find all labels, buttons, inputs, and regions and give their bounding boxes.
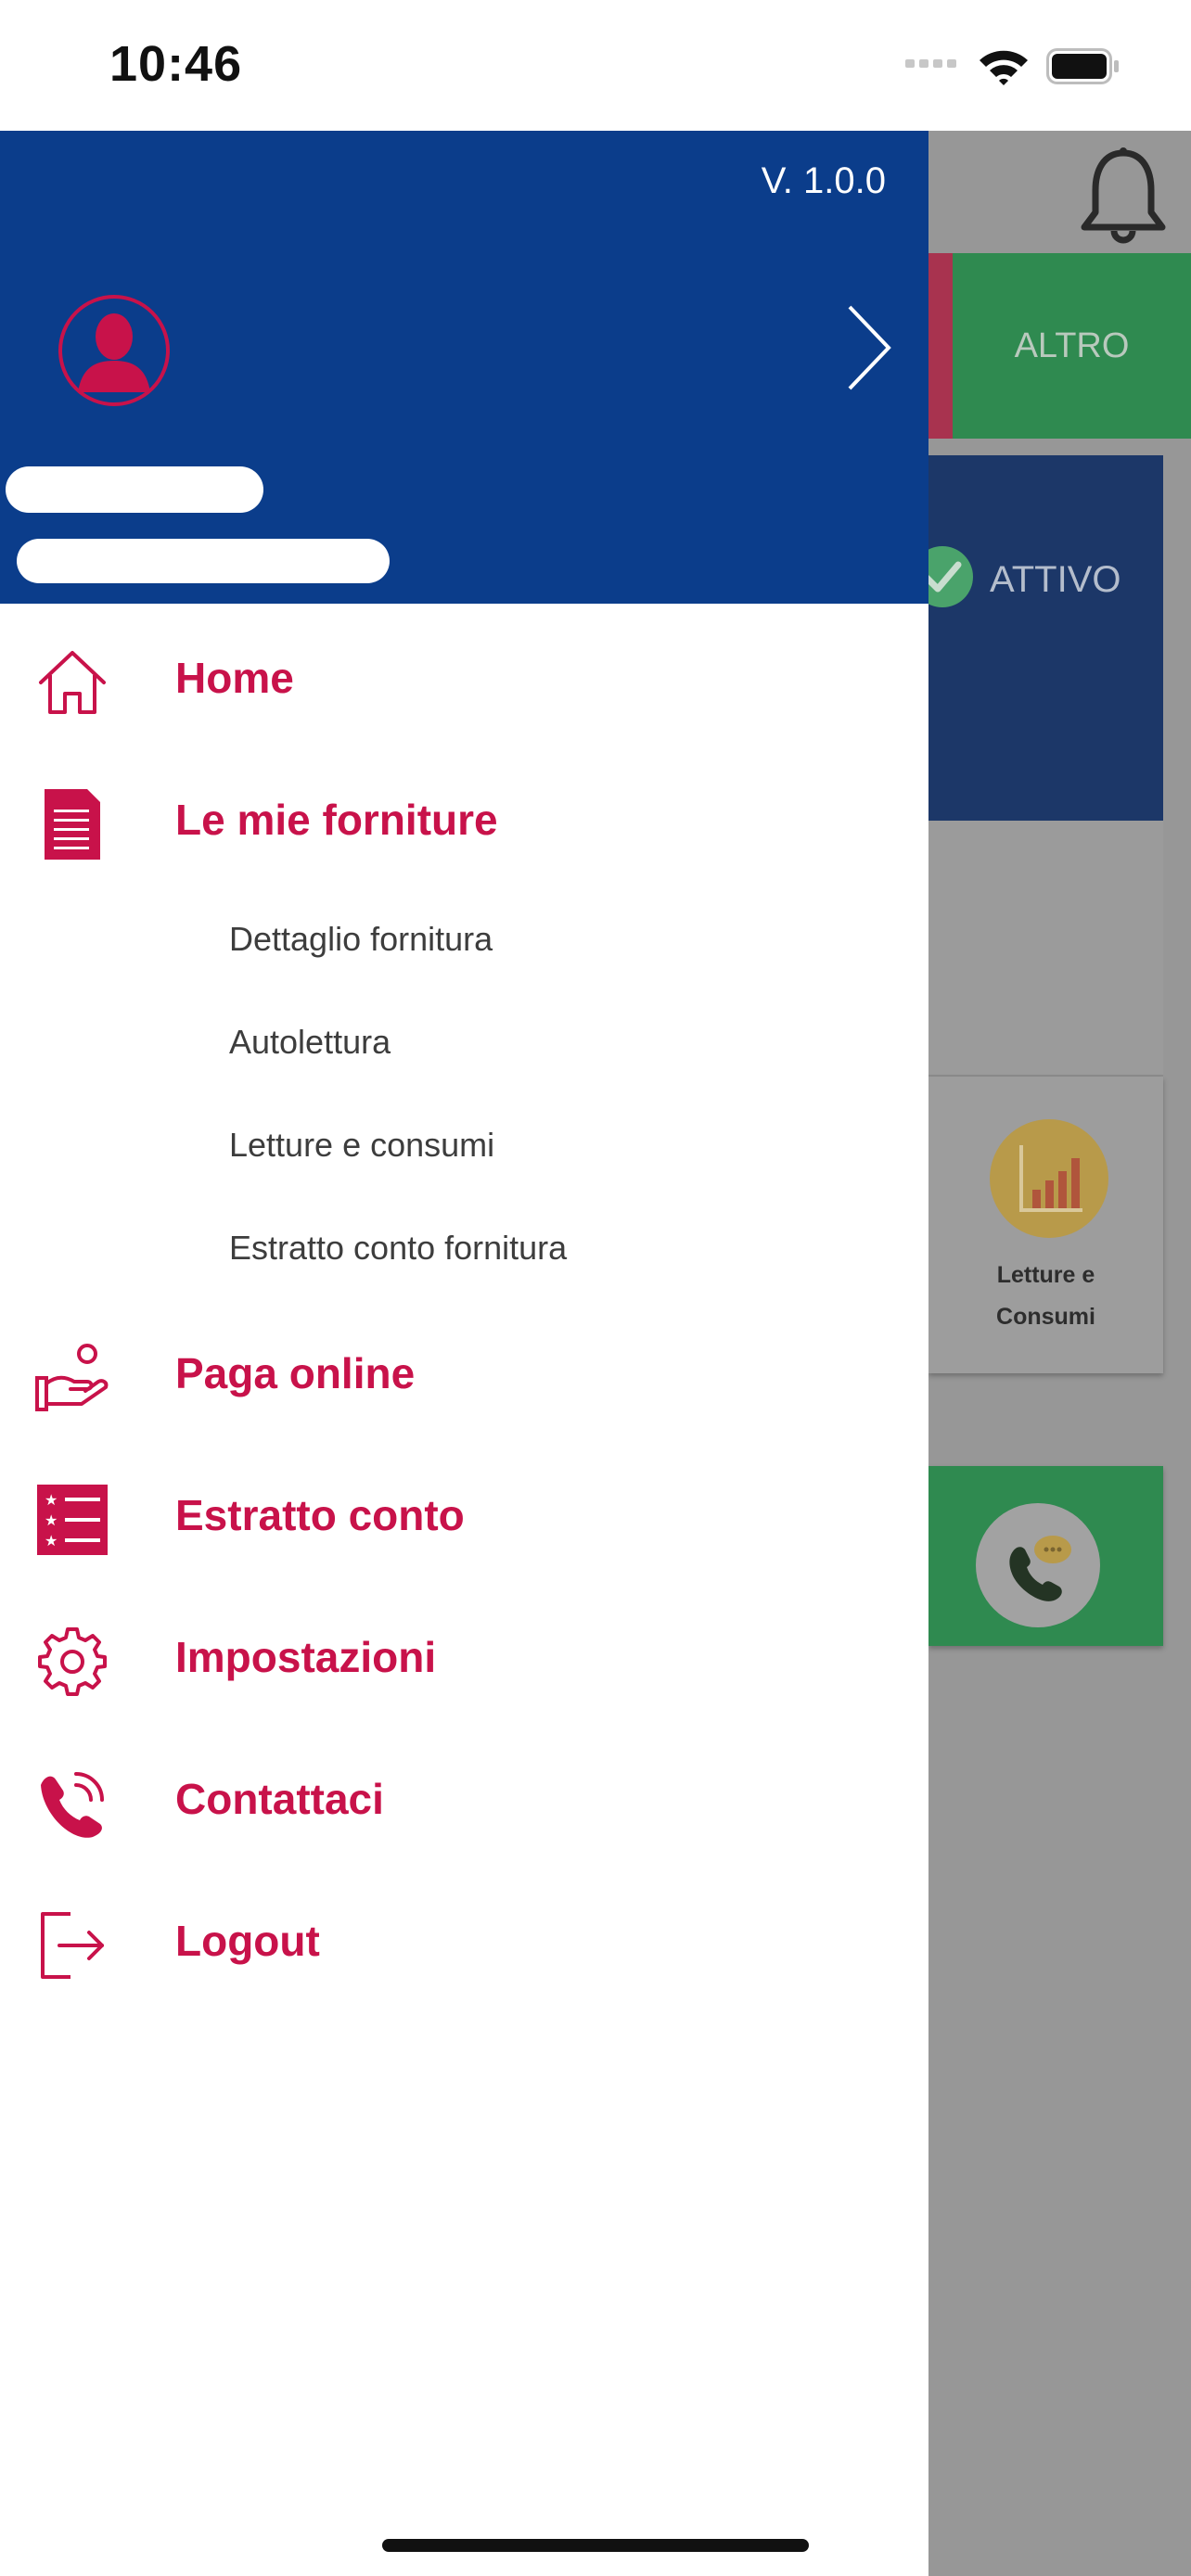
chevron-right-icon[interactable]	[844, 303, 892, 392]
avatar-icon[interactable]	[58, 294, 171, 407]
tab-altro: ALTRO	[953, 253, 1191, 439]
background-card	[928, 821, 1163, 1077]
document-icon	[45, 789, 100, 860]
svg-text:★: ★	[45, 1491, 58, 1509]
logout-icon	[41, 1912, 104, 1979]
menu-label-estratto-conto: Estratto conto	[175, 1491, 465, 1539]
home-indicator[interactable]	[382, 2539, 809, 2552]
battery-icon	[1046, 48, 1119, 84]
chart-icon	[990, 1119, 1108, 1238]
submenu-item-dettaglio[interactable]: Dettaglio fornitura	[229, 920, 493, 959]
payment-hand-icon	[35, 1344, 109, 1411]
wifi-icon	[980, 50, 1028, 85]
svg-text:★: ★	[45, 1511, 58, 1529]
menu-label-impostazioni: Impostazioni	[175, 1633, 437, 1681]
supply-status-card: ATTIVO	[928, 455, 1163, 821]
submenu-item-estratto-fornitura[interactable]: Estratto conto fornitura	[229, 1229, 567, 1268]
status-bar: 10:46	[0, 0, 1191, 131]
navigation-drawer: V. 1.0.0 Home Le mie forniture Dettaglio…	[0, 131, 928, 2576]
tab-indicator	[928, 253, 953, 439]
contact-card	[928, 1466, 1163, 1646]
status-label: ATTIVO	[990, 559, 1121, 600]
menu-item-logout[interactable]: Logout	[0, 1892, 928, 1994]
menu-label-paga-online: Paga online	[175, 1349, 416, 1397]
submenu-item-letture[interactable]: Letture e consumi	[229, 1126, 494, 1165]
app-version: V. 1.0.0	[761, 160, 886, 201]
menu-item-paga-online[interactable]: Paga online	[0, 1324, 928, 1426]
menu-label-logout: Logout	[175, 1917, 320, 1965]
bell-icon	[1081, 147, 1166, 244]
cellular-signal-icon	[905, 59, 956, 68]
drawer-header[interactable]: V. 1.0.0	[0, 131, 928, 604]
letture-card-label: Letture e Consumi	[996, 1262, 1095, 1330]
statement-list-icon: ★ ★ ★	[37, 1485, 108, 1555]
redacted-user-code	[17, 539, 390, 583]
menu-label-contattaci: Contattaci	[175, 1775, 384, 1823]
check-icon	[928, 546, 973, 607]
phone-icon	[41, 1772, 104, 1838]
letture-card: Letture e Consumi	[928, 1077, 1163, 1373]
menu-item-contattaci[interactable]: Contattaci	[0, 1750, 928, 1852]
background-app-overlay[interactable]: ALTRO ATTIVO Letture e Consumi	[928, 131, 1191, 2576]
gear-icon	[38, 1627, 107, 1696]
home-icon	[39, 651, 106, 714]
svg-text:★: ★	[45, 1532, 58, 1549]
phone-chat-icon	[976, 1503, 1100, 1627]
menu-label-home: Home	[175, 654, 294, 702]
tab-altro-label: ALTRO	[1014, 325, 1130, 365]
status-time: 10:46	[109, 36, 243, 92]
submenu-item-autolettura[interactable]: Autolettura	[229, 1023, 391, 1062]
redacted-user-name	[6, 466, 263, 513]
menu-item-estratto-conto[interactable]: ★ ★ ★ Estratto conto	[0, 1466, 928, 1568]
menu-item-forniture[interactable]: Le mie forniture	[0, 771, 928, 873]
menu-item-impostazioni[interactable]: Impostazioni	[0, 1608, 928, 1710]
menu-label-forniture: Le mie forniture	[175, 796, 498, 844]
menu-item-home[interactable]: Home	[0, 629, 928, 731]
